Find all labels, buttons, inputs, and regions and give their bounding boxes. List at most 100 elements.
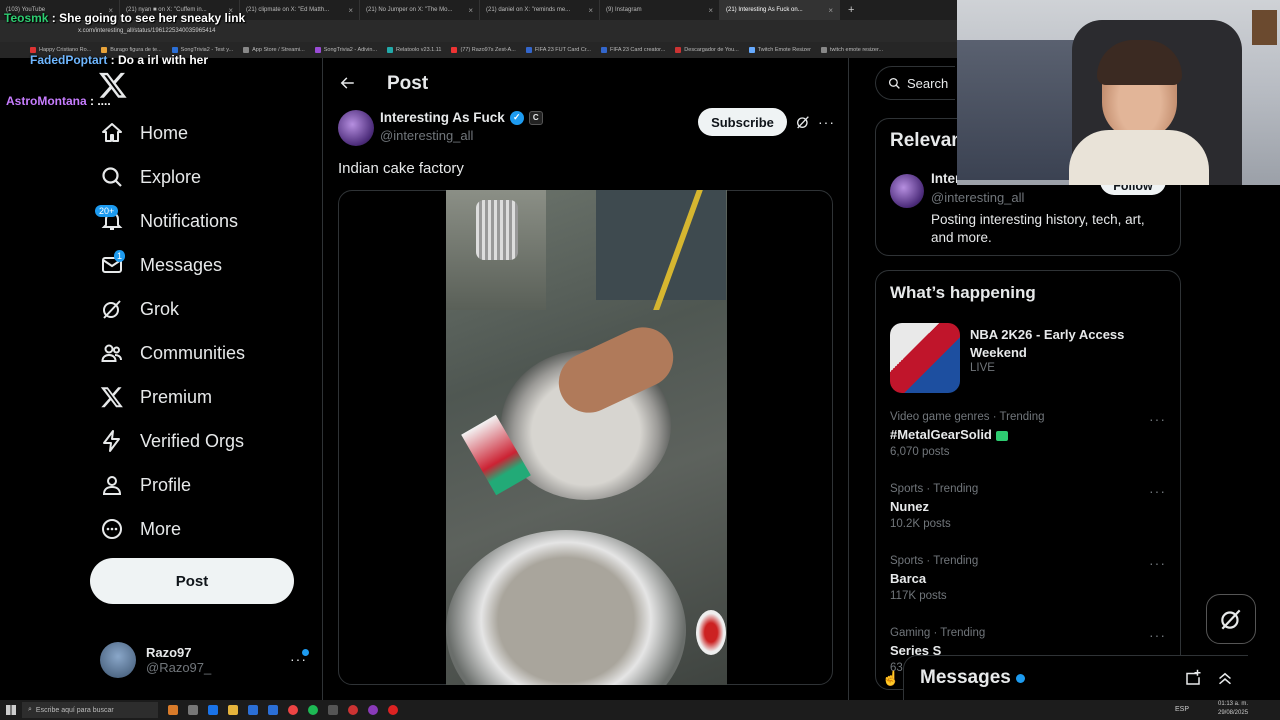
bookmark-item[interactable]: Twitch Emote Resizer	[748, 47, 811, 53]
trend-category: Gaming · Trending	[890, 627, 986, 639]
messages-drawer[interactable]: Messages	[903, 655, 1248, 700]
bookmark-item[interactable]: Relatoolo v23.1.11	[387, 47, 441, 53]
home-icon	[102, 123, 122, 142]
bookmark-item[interactable]: (77) Razo97s Zest-A...	[451, 47, 516, 53]
x-logo-icon[interactable]	[98, 70, 128, 100]
sidebar-item-notifications[interactable]: Notifications	[100, 209, 238, 233]
sidebar-item-grok[interactable]: Grok	[100, 297, 179, 321]
whats-happening-panel: What’s happening NBA 2K26 - Early Access…	[875, 270, 1181, 690]
taskbar-search-placeholder: Escribe aquí para buscar	[35, 706, 114, 714]
bookmark-favicon-icon	[600, 47, 607, 53]
taskbar-app-icon[interactable]	[368, 705, 378, 715]
author-handle[interactable]: @interesting_all	[380, 128, 473, 143]
relevant-bio: Posting interesting history, tech, art, …	[931, 212, 1145, 245]
trend-more-icon[interactable]: ···	[1149, 555, 1166, 571]
trend-item[interactable]: Video game genres · Trending #MetalGearSo…	[890, 411, 1166, 471]
author-name: Interesting As Fuck	[380, 110, 505, 125]
column-divider	[848, 58, 849, 700]
sidebar-item-verified-orgs[interactable]: Verified Orgs	[100, 429, 244, 453]
taskbar-edge-icon[interactable]	[208, 705, 218, 715]
sidebar-item-label: Grok	[140, 298, 180, 319]
close-tab-icon[interactable]: ×	[468, 6, 473, 15]
taskbar-spotify-icon[interactable]	[308, 705, 318, 715]
taskbar-app-icon[interactable]	[388, 705, 398, 715]
taskbar-app-icon[interactable]	[168, 705, 178, 715]
expand-icon[interactable]	[1216, 669, 1234, 687]
trend-category: Sports · Trending	[890, 483, 979, 495]
sidebar-item-label: Home	[140, 122, 189, 143]
taskbar-folder-icon[interactable]	[228, 705, 238, 715]
close-tab-icon[interactable]: ×	[828, 6, 833, 15]
grok-button[interactable]	[1206, 594, 1256, 644]
windows-start-icon[interactable]	[6, 705, 16, 715]
trend-more-icon[interactable]: ···	[1149, 627, 1166, 643]
bookmark-item[interactable]: SongTrivia2 - Adivin...	[314, 47, 377, 53]
taskbar-search[interactable]: ⌕ Escribe aquí para buscar	[22, 702, 158, 718]
video-player[interactable]	[446, 190, 727, 685]
sidebar-item-label: More	[140, 518, 182, 539]
browser-tab[interactable]: (21) Interesting As Fuck on... ×	[720, 0, 840, 20]
subscribe-button[interactable]: Subscribe	[698, 108, 787, 136]
chat-message: FadedPoptart : Do a irl with her	[30, 53, 209, 67]
taskbar-app-icon[interactable]	[248, 705, 258, 715]
verified-badge-icon: ✓	[509, 110, 524, 125]
sidebar-item-communities[interactable]: Communities	[100, 341, 245, 365]
close-tab-icon[interactable]: ×	[348, 6, 353, 15]
bookmark-item[interactable]: Descargador de You...	[675, 47, 739, 53]
taskbar-app-icon[interactable]	[268, 705, 278, 715]
account-switcher[interactable]: Razo97 @Razo97_	[100, 642, 211, 678]
back-arrow-icon[interactable]	[338, 74, 356, 97]
bookmark-item[interactable]: App Store / Streami...	[243, 47, 305, 53]
taskbar-time: 01:13 a. m.	[1218, 701, 1249, 707]
browser-tab[interactable]: (9) Instagram ×	[600, 0, 720, 20]
mouse-cursor-icon: ☝	[882, 670, 900, 686]
relevant-avatar[interactable]	[890, 174, 924, 208]
grok-icon	[1221, 609, 1241, 630]
bookmark-item[interactable]: twitch emote resizer...	[820, 47, 883, 53]
browser-tab[interactable]: (21) daniel on X: "reminds me... ×	[480, 0, 600, 20]
bookmark-label: (77) Razo97s Zest-A...	[460, 47, 516, 53]
video-container	[696, 610, 726, 655]
taskbar-lang[interactable]: ESP	[1175, 706, 1189, 713]
tab-label: (21) daniel on X: "reminds me...	[486, 7, 571, 13]
trend-item[interactable]: Sports · Trending Nunez 10.2K posts ···	[890, 483, 1166, 543]
author-avatar[interactable]	[338, 110, 374, 146]
sidebar-item-more[interactable]: More	[100, 517, 181, 541]
trend-item[interactable]: Sports · Trending Barca 117K posts ···	[890, 555, 1166, 615]
bookmark-favicon-icon	[525, 47, 532, 53]
sidebar-item-explore[interactable]: Explore	[100, 165, 201, 189]
author-name-row[interactable]: Interesting As Fuck ✓ C	[380, 110, 543, 125]
bookmark-label: Descargador de You...	[684, 47, 739, 53]
sidebar-item-premium[interactable]: Premium	[100, 385, 212, 409]
taskbar-app-icon[interactable]	[328, 705, 338, 715]
new-message-icon[interactable]	[1184, 669, 1202, 687]
featured-thumbnail[interactable]	[890, 323, 960, 393]
avatar	[100, 642, 136, 678]
browser-tab[interactable]: (21) No Jumper on X: "The Mo... ×	[360, 0, 480, 20]
taskbar-app-icon[interactable]	[188, 705, 198, 715]
sidebar-item-label: Explore	[140, 166, 202, 187]
grok-explain-icon[interactable]	[795, 114, 811, 135]
close-tab-icon[interactable]: ×	[708, 6, 713, 15]
browser-tab[interactable]: (21) clipmate on X: "Ed Matth... ×	[240, 0, 360, 20]
webcam-shirt	[1069, 130, 1209, 185]
sidebar-item-home[interactable]: Home	[100, 121, 188, 145]
webcam-overlay	[957, 0, 1280, 185]
close-tab-icon[interactable]: ×	[588, 6, 593, 15]
sidebar-item-profile[interactable]: Profile	[100, 473, 191, 497]
post-button[interactable]: Post	[90, 558, 294, 604]
person-icon	[102, 476, 122, 495]
trend-more-icon[interactable]: ···	[1149, 411, 1166, 427]
profile-handle: @Razo97_	[146, 660, 212, 675]
more-options-icon[interactable]: ···	[818, 114, 835, 130]
bookmark-item[interactable]: FIFA 23 Card creator...	[600, 47, 665, 53]
bookmark-item[interactable]: FIFA 23 FUT Card Cr...	[525, 47, 591, 53]
taskbar-chrome-icon[interactable]	[288, 705, 298, 715]
trend-more-icon[interactable]: ···	[1149, 483, 1166, 499]
featured-title[interactable]: NBA 2K26 - Early Access Weekend	[970, 326, 1160, 362]
trend-post-count: 6,070 posts	[890, 446, 950, 458]
bookmark-favicon-icon	[387, 47, 394, 53]
taskbar-app-icon[interactable]	[348, 705, 358, 715]
new-tab-icon[interactable]: +	[840, 4, 862, 16]
search-box[interactable]: Search	[875, 66, 955, 100]
